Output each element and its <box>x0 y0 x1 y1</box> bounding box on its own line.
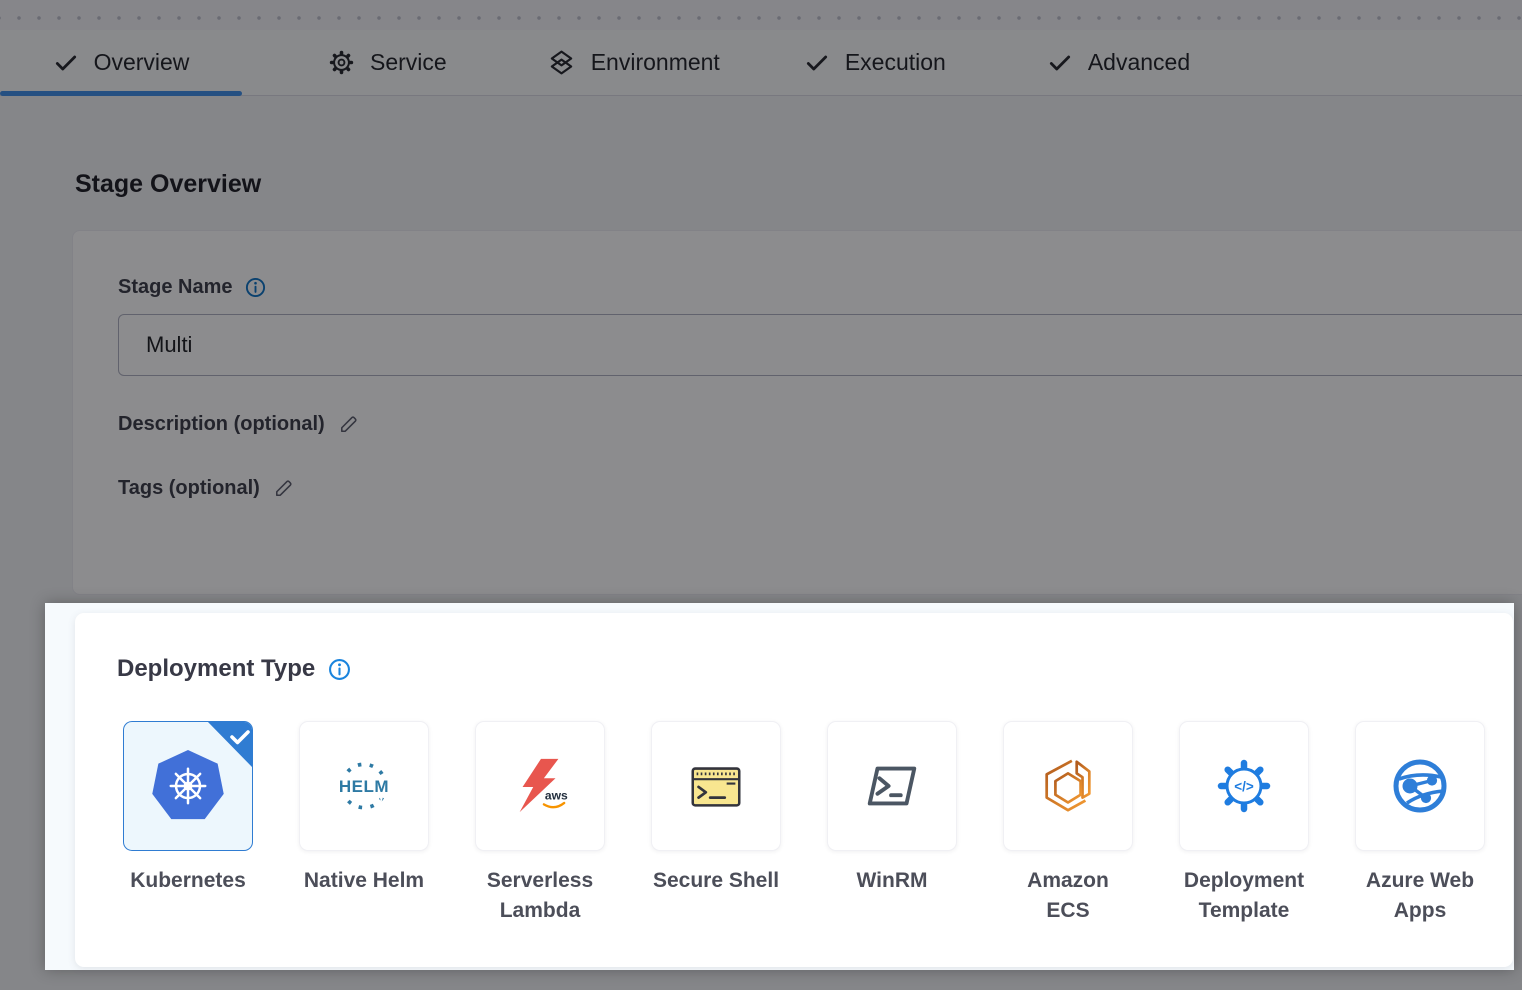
ecs-logo-icon <box>1037 755 1099 817</box>
deployment-option-native-helm[interactable]: HELM <box>299 721 429 851</box>
deployment-option-label: WinRM <box>804 866 980 896</box>
terminal-logo-icon <box>685 755 747 817</box>
svg-text:HELM: HELM <box>339 777 389 796</box>
deployment-option-item: Azure Web Apps <box>1355 721 1485 926</box>
deployment-option-label: Secure Shell <box>628 866 804 896</box>
info-icon[interactable] <box>328 658 351 681</box>
deployment-type-title: Deployment Type <box>117 655 315 683</box>
svg-text:aws: aws <box>545 789 568 803</box>
serverless-aws-logo-icon: aws <box>509 755 571 817</box>
deployment-option-serverless-lambda[interactable]: aws <box>475 721 605 851</box>
deployment-option-amazon-ecs[interactable] <box>1003 721 1133 851</box>
deployment-type-options: Kubernetes HELM Native Helm <box>123 721 1485 926</box>
helm-logo-icon: HELM <box>331 753 397 819</box>
deployment-option-deployment-template[interactable]: </> <box>1179 721 1309 851</box>
deployment-option-azure-web-apps[interactable] <box>1355 721 1485 851</box>
deployment-option-item: aws Serverless Lambda <box>475 721 605 926</box>
globe-logo-icon <box>1388 754 1452 818</box>
deployment-type-panel: Deployment Type <box>45 603 1514 970</box>
stage-config-screen: Overview Service <box>0 0 1522 990</box>
deployment-option-label: Amazon ECS <box>980 866 1156 926</box>
deployment-option-item: Amazon ECS <box>1003 721 1133 926</box>
deployment-option-label: Deployment Template <box>1156 866 1332 926</box>
deployment-option-secure-shell[interactable] <box>651 721 781 851</box>
deployment-option-kubernetes[interactable] <box>123 721 253 851</box>
deployment-option-label: Serverless Lambda <box>452 866 628 926</box>
deployment-option-label: Native Helm <box>276 866 452 896</box>
deployment-option-item: Kubernetes <box>123 721 253 926</box>
deployment-type-card: Deployment Type <box>75 613 1513 967</box>
deployment-option-item: Secure Shell <box>651 721 781 926</box>
gear-code-logo-icon: </> <box>1212 754 1276 818</box>
selected-check-badge <box>206 721 253 768</box>
powershell-logo-icon <box>861 755 923 817</box>
deployment-option-item: WinRM <box>827 721 957 926</box>
deployment-option-label: Kubernetes <box>100 866 276 896</box>
svg-text:</>: </> <box>1234 779 1254 794</box>
deployment-option-item: HELM Native Helm <box>299 721 429 926</box>
deployment-option-winrm[interactable] <box>827 721 957 851</box>
deployment-option-item: </> Deployment Template <box>1179 721 1309 926</box>
deployment-option-label: Azure Web Apps <box>1332 866 1508 926</box>
